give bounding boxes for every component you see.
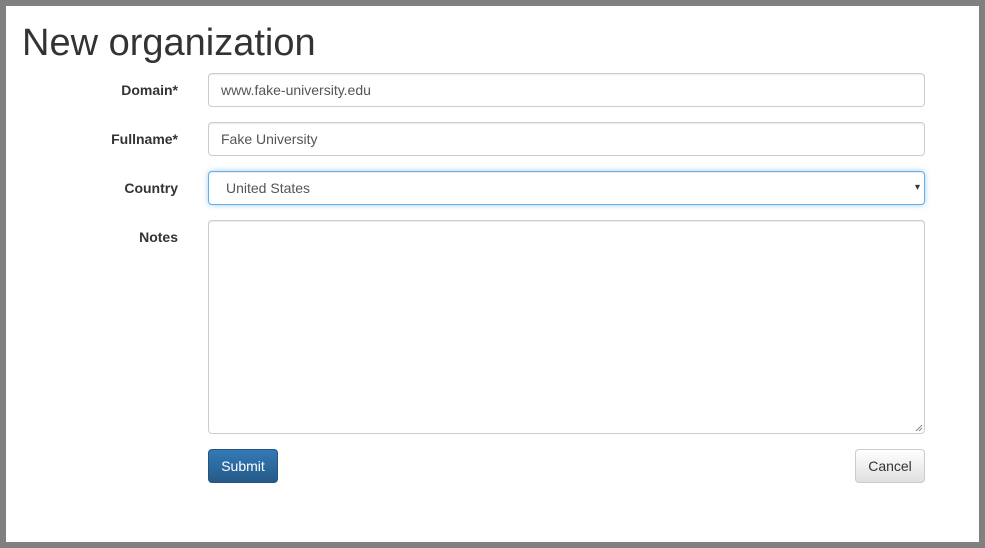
new-organization-dialog: New organization Domain* www.fake-univer… bbox=[6, 6, 979, 542]
domain-label: Domain* bbox=[121, 82, 178, 98]
notes-textarea[interactable] bbox=[208, 220, 925, 434]
country-select-value: United States bbox=[226, 180, 311, 196]
fullname-input[interactable]: Fake University bbox=[208, 122, 925, 156]
notes-label: Notes bbox=[139, 229, 178, 245]
page-title: New organization bbox=[22, 22, 316, 64]
country-select[interactable]: United States ▾ bbox=[208, 171, 925, 205]
chevron-down-icon: ▾ bbox=[914, 182, 920, 193]
domain-input[interactable]: www.fake-university.edu bbox=[208, 73, 925, 107]
country-label: Country bbox=[124, 180, 178, 196]
fullname-label: Fullname* bbox=[111, 131, 178, 147]
resize-handle-icon[interactable] bbox=[915, 424, 923, 432]
domain-input-value: www.fake-university.edu bbox=[221, 82, 371, 98]
submit-button[interactable]: Submit bbox=[208, 449, 278, 483]
fullname-input-value: Fake University bbox=[221, 131, 318, 147]
cancel-button[interactable]: Cancel bbox=[855, 449, 925, 483]
